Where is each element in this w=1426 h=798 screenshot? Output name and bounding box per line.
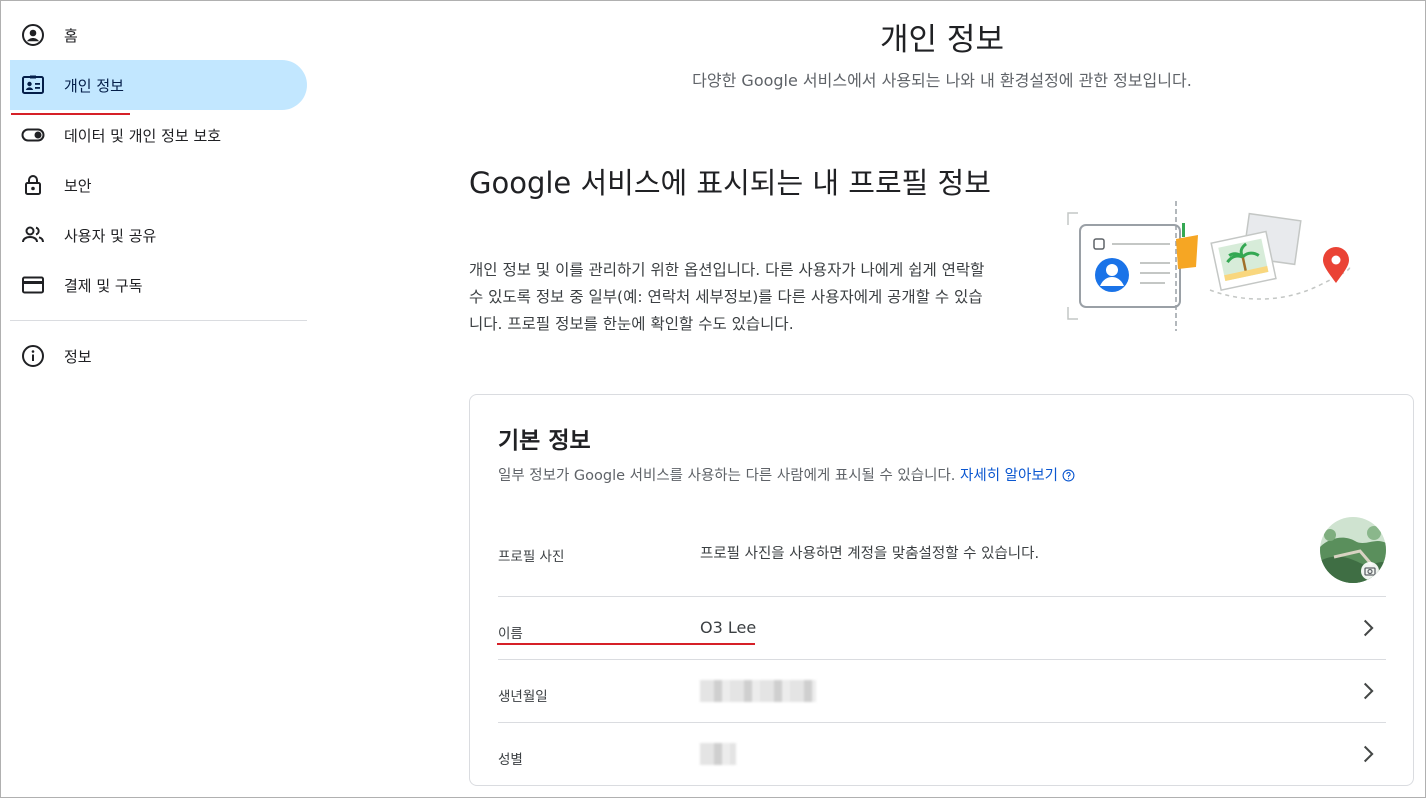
intro-title: Google 서비스에 표시되는 내 프로필 정보 <box>469 166 991 200</box>
card-description-text: 일부 정보가 Google 서비스를 사용하는 다른 사람에게 표시될 수 있습… <box>498 468 956 484</box>
chevron-right-icon <box>1358 618 1378 638</box>
learn-more-link[interactable]: 자세히 알아보기 <box>960 468 1058 484</box>
avatar[interactable] <box>1320 517 1386 583</box>
birthday-row[interactable]: 생년월일 <box>498 660 1386 723</box>
card-description: 일부 정보가 Google 서비스를 사용하는 다른 사람에게 표시될 수 있습… <box>498 464 1075 486</box>
redacted-value <box>700 680 816 702</box>
row-label: 프로필 사진 <box>498 549 565 565</box>
page-title: 개인 정보 <box>880 22 1004 58</box>
sidebar-item-payments-subscriptions[interactable]: 결제 및 구독 <box>10 260 307 310</box>
profile-photo-row[interactable]: 프로필 사진 프로필 사진을 사용하면 계정을 맞춤설정할 수 있습니다. <box>498 503 1386 597</box>
chevron-right-icon <box>1358 681 1378 701</box>
name-row[interactable]: 이름 O3 Lee <box>498 597 1386 660</box>
sidebar-item-label: 보안 <box>64 176 92 195</box>
basic-info-card: 기본 정보 일부 정보가 Google 서비스를 사용하는 다른 사람에게 표시… <box>469 394 1414 786</box>
card-title: 기본 정보 <box>498 428 591 454</box>
row-value: 프로필 사진을 사용하면 계정을 맞춤설정할 수 있습니다. <box>700 546 1040 562</box>
row-label: 이름 <box>498 626 523 642</box>
sidebar-item-label: 결제 및 구독 <box>64 276 143 295</box>
toggle-icon <box>20 122 46 148</box>
gender-row[interactable]: 성별 <box>498 723 1386 786</box>
sidebar-item-label: 사용자 및 공유 <box>64 226 157 245</box>
annotation-underline <box>497 643 755 645</box>
row-value: O3 Lee <box>700 618 757 637</box>
sidebar-item-label: 정보 <box>64 347 92 366</box>
people-icon <box>20 222 46 248</box>
lock-icon <box>20 172 46 198</box>
help-icon[interactable] <box>1062 469 1075 486</box>
sidebar-divider <box>10 320 307 321</box>
sidebar-item-label: 데이터 및 개인 정보 보호 <box>64 126 222 145</box>
redacted-value <box>700 743 736 765</box>
sidebar-item-security[interactable]: 보안 <box>10 160 307 210</box>
row-label: 생년월일 <box>498 689 548 705</box>
profile-illustration <box>1060 195 1360 335</box>
page-subtitle: 다양한 Google 서비스에서 사용되는 나와 내 환경설정에 관한 정보입니… <box>692 71 1192 90</box>
annotation-underline <box>11 113 130 115</box>
info-icon <box>20 343 46 369</box>
sidebar-item-about[interactable]: 정보 <box>10 331 307 381</box>
credit-card-icon <box>20 272 46 298</box>
chevron-right-icon <box>1358 744 1378 764</box>
sidebar-item-people-sharing[interactable]: 사용자 및 공유 <box>10 210 307 260</box>
intro-description: 개인 정보 및 이를 관리하기 위한 옵션입니다. 다른 사용자가 나에게 쉽게… <box>469 261 985 333</box>
sidebar-item-data-privacy[interactable]: 데이터 및 개인 정보 보호 <box>10 110 307 160</box>
sidebar: 홈 개인 정보 데이터 및 개인 정보 보호 보안 사용자 및 공유 결제 및 … <box>0 10 320 381</box>
row-label: 성별 <box>498 752 523 768</box>
